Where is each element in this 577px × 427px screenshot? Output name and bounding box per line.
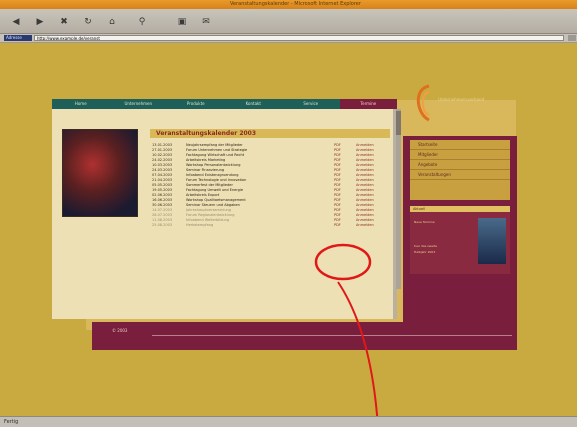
logo-icon	[416, 84, 430, 122]
scrollbar[interactable]	[396, 109, 401, 289]
forward-icon[interactable]: ▶	[34, 16, 46, 27]
window-title: Veranstaltungskalender - Microsoft Inter…	[230, 1, 361, 7]
nav-item-kontakt[interactable]: Kontakt	[225, 99, 283, 109]
event-date: 25.08.2003	[152, 223, 173, 227]
mail-icon[interactable]: ✉	[200, 16, 212, 27]
status-bar: Fertig	[0, 416, 577, 427]
nav-item-unternehmen[interactable]: Unternehmen	[110, 99, 168, 109]
refresh-icon[interactable]: ↻	[82, 16, 94, 27]
address-label: Adresse	[4, 35, 32, 41]
print-icon[interactable]: ▣	[176, 16, 188, 27]
stop-icon[interactable]: ✖	[58, 16, 70, 27]
main-content: Veranstaltungskalender 2003 13.01.2003 Ne…	[52, 109, 397, 319]
side-menu-item[interactable]: Veranstaltungen	[410, 170, 510, 180]
home-icon[interactable]: ⌂	[106, 16, 118, 27]
news-box: Aktuell Neue Termine fuer das zweite Hal…	[410, 206, 510, 274]
address-input[interactable]	[34, 35, 564, 41]
news-line: fuer das zweite	[414, 244, 437, 248]
news-header: Aktuell	[410, 206, 510, 212]
page-heading: Veranstaltungskalender 2003	[150, 129, 390, 138]
top-nav: Home Unternehmen Produkte Kontakt Servic…	[52, 99, 397, 109]
side-menu-item[interactable]: Angebote	[410, 160, 510, 170]
event-list: 13.01.2003 Neujahrsempfang der Mitglieder…	[152, 143, 392, 228]
scrollbar-thumb[interactable]	[396, 111, 401, 135]
address-bar: Adresse	[0, 34, 577, 43]
side-menu-item[interactable]: Mitglieder	[410, 150, 510, 160]
news-line[interactable]: Neue Termine	[414, 220, 435, 224]
go-button[interactable]	[568, 35, 576, 41]
nav-item-home[interactable]: Home	[52, 99, 110, 109]
back-icon[interactable]: ◀	[10, 16, 22, 27]
search-icon[interactable]: ⚲	[136, 16, 148, 27]
meeting-photo	[62, 129, 138, 217]
event-row: 25.08.2003 Herbstempfang PDF Anmelden	[152, 223, 392, 228]
event-name: Herbstempfang	[186, 223, 214, 227]
window-titlebar: Veranstaltungskalender - Microsoft Inter…	[0, 0, 577, 9]
nav-item-service[interactable]: Service	[282, 99, 340, 109]
footer-divider	[152, 335, 512, 336]
side-menu-item[interactable]: Startseite	[410, 140, 510, 150]
event-pdf-link[interactable]: PDF	[334, 223, 356, 228]
side-menu: Startseite Mitglieder Angebote Veranstal…	[410, 140, 510, 200]
news-image[interactable]	[478, 218, 506, 264]
footer-bar: © 2003	[92, 322, 517, 350]
status-text: Fertig	[4, 419, 19, 425]
nav-item-produkte[interactable]: Produkte	[167, 99, 225, 109]
logo-text: Unternehmensverband	[438, 97, 485, 102]
news-line: Halbjahr 2003	[414, 250, 436, 254]
event-register-link[interactable]: Anmelden	[356, 223, 386, 228]
browser-toolbar: ◀ ▶ ✖ ↻ ⌂ ⚲ ▣ ✉	[0, 9, 577, 34]
footer-label: © 2003	[112, 328, 128, 333]
nav-item-termine[interactable]: Termine	[339, 99, 397, 109]
